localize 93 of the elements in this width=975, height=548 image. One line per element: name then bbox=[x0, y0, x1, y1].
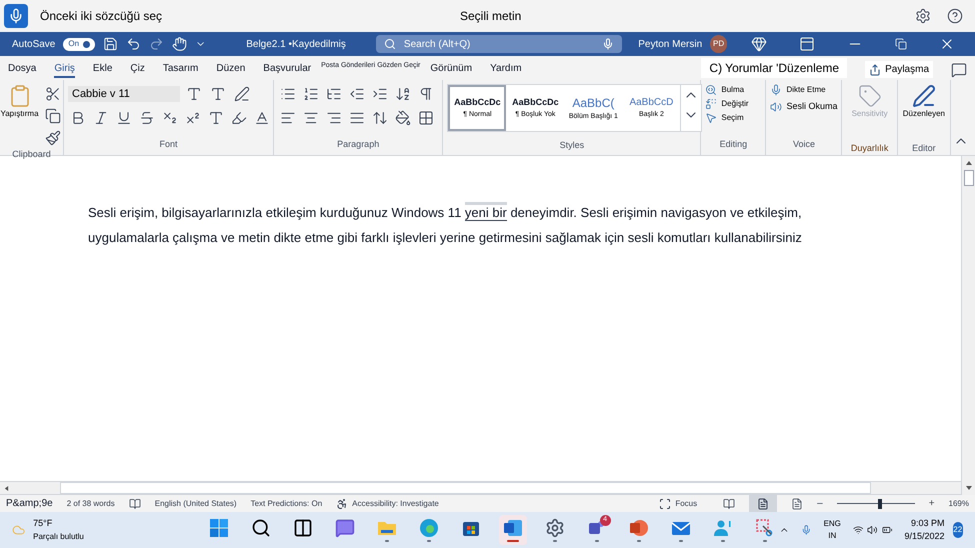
task-view-icon[interactable] bbox=[292, 518, 313, 538]
speaker-icon bbox=[770, 100, 782, 113]
share-icon bbox=[869, 64, 882, 76]
editing-command[interactable]: Değiştir bbox=[705, 98, 762, 110]
language-status[interactable]: English (United States) bbox=[154, 498, 237, 510]
voice-hint: Önceki iki sözcüğü seç bbox=[40, 8, 164, 25]
chat-icon[interactable] bbox=[334, 518, 355, 538]
ribbon-tab[interactable]: Düzen bbox=[216, 61, 246, 78]
horizontal-scrollbar-thumb[interactable] bbox=[60, 482, 871, 494]
help-icon[interactable] bbox=[947, 8, 963, 24]
group-label: Styles bbox=[560, 140, 584, 150]
proofing-icon[interactable] bbox=[128, 498, 141, 510]
microphone-button[interactable] bbox=[4, 4, 28, 28]
keyboard-language[interactable]: ENG bbox=[824, 518, 841, 530]
editing-command[interactable]: Seçim bbox=[705, 112, 762, 124]
microphone-icon bbox=[770, 84, 782, 96]
word-count[interactable]: 2 of 38 words bbox=[66, 498, 115, 510]
weather-condition[interactable]: Parçalı bulutlu bbox=[33, 530, 165, 543]
group-label: Paragraph bbox=[337, 139, 380, 149]
settings-icon[interactable] bbox=[915, 8, 931, 24]
autosave-label: AutoSave bbox=[12, 38, 56, 52]
pointer-icon bbox=[705, 112, 718, 124]
notification-count[interactable]: 22 bbox=[952, 522, 964, 538]
accessibility-status[interactable]: Accessibility: Investigate bbox=[336, 498, 439, 510]
voice-command[interactable]: Sesli Okuma bbox=[770, 100, 838, 114]
share-button[interactable]: Paylaşma bbox=[865, 61, 933, 78]
clock-time[interactable]: 9:03 PM bbox=[910, 516, 944, 530]
undo-icon[interactable] bbox=[126, 36, 142, 52]
ribbon-tab[interactable]: Yardım bbox=[490, 61, 522, 78]
gear-icon[interactable] bbox=[544, 518, 565, 538]
clock-date[interactable]: 9/15/2022 bbox=[904, 530, 944, 544]
shading-icon[interactable] bbox=[393, 108, 413, 128]
ribbon-tab[interactable]: Çiz bbox=[130, 61, 145, 78]
scroll-up-arrow-icon[interactable] bbox=[966, 160, 972, 166]
ribbon-tab[interactable]: Başvurular bbox=[263, 61, 312, 78]
keyboard-region[interactable]: IN bbox=[828, 530, 836, 542]
vertical-scrollbar-thumb[interactable] bbox=[964, 170, 974, 186]
ribbon-tab[interactable]: Dosya bbox=[8, 61, 36, 78]
ribbon-tab[interactable]: Giriş bbox=[54, 61, 75, 78]
ribbon-tab[interactable]: Ekle bbox=[92, 61, 112, 78]
ribbon-tab[interactable]: Tasarım bbox=[162, 61, 198, 78]
replace-icon bbox=[705, 98, 718, 110]
document-paragraph: Sesli erişim, bilgisayarlarınızla etkileşim kurduğunuz Windows 11 yeni bir deneyimdir. Sesli erişimin navigasyon ve etkileşim, uygulamalarla çalışma ve metin dikte etme gibi farklı işlevleri yerine getirmesini sağlamak için sesli komutları kullanabilirsiniz bbox=[88, 200, 811, 250]
document-title: Belge2.1 •Kaydedilmiş bbox=[246, 38, 347, 52]
group-label: Font bbox=[159, 139, 178, 149]
ribbon-tab[interactable]: Görünüm bbox=[430, 61, 472, 78]
editing-command[interactable]: Bulma bbox=[705, 84, 762, 96]
word-app-icon[interactable] bbox=[502, 518, 523, 538]
tag-icon bbox=[858, 84, 882, 108]
page-count[interactable]: P&amp;9e bbox=[6, 496, 53, 511]
microphone-icon bbox=[602, 38, 614, 50]
save-icon[interactable] bbox=[103, 36, 118, 52]
user-avatar[interactable]: PD bbox=[710, 35, 728, 53]
windows-start-icon[interactable] bbox=[208, 518, 229, 538]
paste-button[interactable]: Yapıştırma bbox=[0, 84, 39, 120]
group-label: Editing bbox=[720, 139, 748, 149]
touch-mode-icon[interactable] bbox=[172, 36, 187, 52]
slides-app-icon[interactable] bbox=[628, 518, 649, 538]
zoom-level[interactable]: 169% bbox=[948, 498, 969, 510]
page-icon bbox=[757, 498, 770, 510]
zoom-in-button[interactable]: + bbox=[928, 496, 935, 511]
autosave-toggle[interactable]: On bbox=[63, 38, 96, 50]
snipping-tool-icon[interactable] bbox=[754, 518, 775, 538]
comment-icon[interactable] bbox=[951, 62, 967, 78]
zoom-slider[interactable] bbox=[836, 498, 915, 508]
search-icon[interactable] bbox=[250, 518, 271, 538]
scroll-down-arrow-icon[interactable] bbox=[966, 485, 972, 491]
voice-command[interactable]: Dikte Etme bbox=[770, 84, 838, 96]
editor-button[interactable]: Düzenleyen bbox=[902, 80, 945, 142]
comments-button[interactable]: C) Yorumlar 'Düzenleme bbox=[701, 58, 848, 78]
group-label: Clipboard bbox=[12, 148, 51, 161]
find-icon bbox=[705, 84, 718, 96]
read-mode-icon[interactable] bbox=[723, 498, 736, 510]
group-label: Duyarlılık bbox=[850, 142, 888, 155]
ribbon-display-icon[interactable] bbox=[799, 36, 816, 52]
pen-icon bbox=[912, 84, 936, 108]
microphone-icon bbox=[8, 8, 24, 24]
text-predictions-status[interactable]: Text Predictions: On bbox=[250, 498, 322, 510]
user-name: Peyton Mersin bbox=[638, 38, 702, 52]
temperature[interactable]: 75°F bbox=[33, 517, 165, 531]
restore-icon[interactable] bbox=[895, 38, 908, 50]
group-label: Editor bbox=[912, 142, 936, 154]
web-layout-icon[interactable] bbox=[791, 498, 804, 510]
font-name-field[interactable]: Cabbie v 11 bbox=[68, 86, 180, 102]
focus-button[interactable]: Focus bbox=[659, 498, 698, 510]
zoom-out-button[interactable]: – bbox=[817, 496, 823, 511]
voice-status: Seçili metin bbox=[460, 8, 522, 25]
focus-icon bbox=[659, 498, 672, 510]
accessibility-icon bbox=[336, 498, 348, 510]
diamond-icon[interactable] bbox=[751, 36, 768, 52]
group-label: Voice bbox=[792, 139, 815, 149]
print-layout-button[interactable] bbox=[749, 495, 778, 512]
search-icon bbox=[384, 38, 396, 50]
